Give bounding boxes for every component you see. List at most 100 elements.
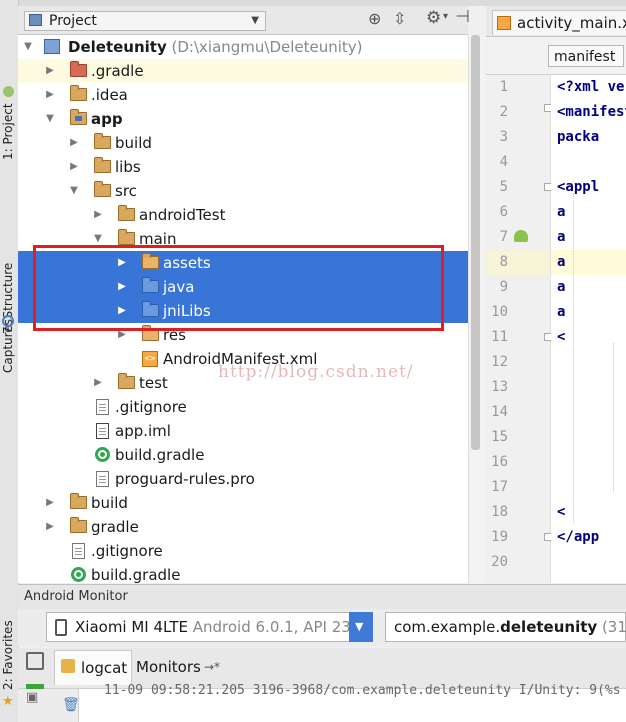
tab-logcat[interactable]: logcat (54, 650, 132, 685)
file-icon (96, 471, 109, 487)
line-number: 17 (491, 479, 508, 495)
process-text: com.example.deleteunity (3196 (394, 618, 626, 636)
android-monitor-title-bar: Android Monitor (18, 584, 626, 610)
editor-gutter: 1 2 3 4 5 6 7 8 9 10 11 12 13 14 15 16 1… (486, 75, 578, 583)
tree-row-deleteunity[interactable]: ▼ Deleteunity (D:\xiangmu\Deleteunity) (18, 35, 468, 59)
tree-row-build-gradle-app[interactable]: build.gradle (18, 443, 468, 467)
chevron-right-icon[interactable]: ▶ (92, 203, 104, 227)
trash-icon[interactable]: 🗑 (62, 697, 80, 713)
code-line: packa (557, 129, 600, 145)
tool-tab-project-label: 1: Project (1, 103, 15, 160)
folder-icon (94, 133, 111, 149)
android-activity-icon[interactable] (514, 230, 528, 242)
restore-layout-icon[interactable]: →* (204, 650, 220, 684)
collapse-all-icon[interactable]: ⇳ (393, 9, 406, 28)
dropdown-arrow-icon: ▼ (251, 15, 259, 26)
tree-row-androidtest[interactable]: ▶ androidTest (18, 203, 468, 227)
tab-activity-main[interactable]: activity_main.xm (492, 10, 626, 35)
chevron-right-icon[interactable]: ▶ (44, 59, 56, 83)
tree-row-idea[interactable]: ▶ .idea (18, 83, 468, 107)
tree-row-gitignore-app[interactable]: .gitignore (18, 395, 468, 419)
tree-row-libs[interactable]: ▶ libs (18, 155, 468, 179)
editor-code-area[interactable]: <?xml ver <manifest packa <appl a a a a … (551, 75, 626, 583)
tree-label: .gitignore (115, 398, 187, 416)
tab-monitors[interactable]: Monitors →* (132, 650, 222, 684)
folder-icon (94, 181, 111, 197)
project-view-icon (29, 14, 42, 26)
chevron-right-icon[interactable]: ▶ (68, 155, 80, 179)
editor-tab-bar: activity_main.xm (486, 6, 626, 37)
file-icon (72, 543, 85, 559)
layout-icon[interactable]: ▣ (26, 690, 38, 705)
logcat-output[interactable]: ▣ 🗑 11-09 09:58:21.205 3196-3968/com.exa… (18, 683, 626, 722)
code-line: a (557, 229, 566, 245)
hide-panel-icon[interactable]: ⊣ (455, 7, 470, 27)
tree-label: .gradle (91, 62, 144, 80)
tree-row-src[interactable]: ▼ src (18, 179, 468, 203)
tree-label: app.iml (115, 422, 171, 440)
tree-row-proguard[interactable]: proguard-rules.pro (18, 467, 468, 491)
xml-file-icon: <> (142, 351, 158, 367)
file-icon (96, 399, 109, 415)
tree-label: gradle (91, 518, 139, 536)
line-number: 19 (491, 529, 508, 545)
chevron-right-icon[interactable]: ▶ (44, 83, 56, 107)
tree-label: build.gradle (115, 446, 205, 464)
tree-row-gradle-root[interactable]: ▶ gradle (18, 515, 468, 539)
code-line: < (557, 504, 566, 520)
code-line: <?xml ver (557, 79, 626, 95)
tree-row-app-iml[interactable]: app.iml (18, 419, 468, 443)
gradle-icon (71, 567, 86, 582)
chevron-right-icon[interactable]: ▶ (68, 131, 80, 155)
line-number: 9 (499, 279, 508, 295)
tree-label: androidTest (139, 206, 226, 224)
iml-file-icon (96, 423, 109, 439)
line-number: 13 (491, 379, 508, 395)
tree-row-build-root[interactable]: ▶ build (18, 491, 468, 515)
indent-guide (613, 343, 615, 493)
chevron-down-icon[interactable]: ▼ (22, 35, 34, 59)
project-view-selector[interactable]: Project ▼ (24, 11, 266, 31)
line-number: 7 (499, 229, 508, 245)
chevron-right-icon[interactable]: ▶ (44, 515, 56, 539)
tree-row-app[interactable]: ▼ app (18, 107, 468, 131)
module-icon (44, 39, 60, 54)
tree-label: Deleteunity (D:\xiangmu\Deleteunity) (68, 38, 363, 56)
tree-label: .idea (91, 86, 128, 104)
line-number: 11 (491, 329, 508, 345)
line-number: 6 (499, 204, 508, 220)
breadcrumb-manifest[interactable]: manifest (548, 45, 624, 67)
tree-row-gitignore-root[interactable]: .gitignore (18, 539, 468, 563)
xml-file-icon (497, 16, 511, 30)
project-scrollbar-thumb[interactable] (471, 35, 480, 450)
tree-label: proguard-rules.pro (115, 470, 255, 488)
tree-row-gradle-dir[interactable]: ▶ .gradle (18, 59, 468, 83)
tree-row-build-gradle-root[interactable]: build.gradle (18, 563, 468, 583)
log-line: 11-09 09:58:21.205 3196-3968/com.example… (104, 683, 621, 698)
folder-icon (118, 229, 135, 245)
tree-label: app (91, 110, 123, 128)
tree-row-build[interactable]: ▶ build (18, 131, 468, 155)
folder-icon (94, 157, 111, 173)
folder-icon (70, 85, 87, 101)
line-number: 8 (499, 254, 508, 270)
tree-label: test (139, 374, 168, 392)
screen-capture-icon[interactable] (26, 652, 44, 670)
tree-label: build (91, 494, 128, 512)
device-dropdown-button[interactable]: ▼ (349, 612, 373, 642)
line-number: 20 (491, 554, 508, 570)
chevron-down-icon[interactable]: ▼ (44, 107, 56, 131)
tab-label: Monitors (136, 658, 201, 676)
chevron-right-icon[interactable]: ▶ (92, 371, 104, 395)
tool-tab-favorites[interactable]: 2: Favorites (1, 600, 17, 690)
code-line: a (557, 254, 566, 270)
tab-label: activity_main.xm (517, 14, 626, 32)
chevron-down-icon[interactable]: ▼ (68, 179, 80, 203)
gear-icon[interactable]: ⚙ (426, 8, 441, 28)
gear-dropdown-icon[interactable]: ▾ (443, 11, 448, 22)
tab-label: logcat (81, 659, 128, 677)
device-select[interactable]: Xiaomi MI 4LTE Android 6.0.1, API 23 (46, 612, 373, 642)
chevron-right-icon[interactable]: ▶ (44, 491, 56, 515)
scroll-from-source-icon[interactable]: ⊕ (368, 9, 381, 28)
process-select[interactable]: com.example.deleteunity (3196 (385, 612, 626, 642)
